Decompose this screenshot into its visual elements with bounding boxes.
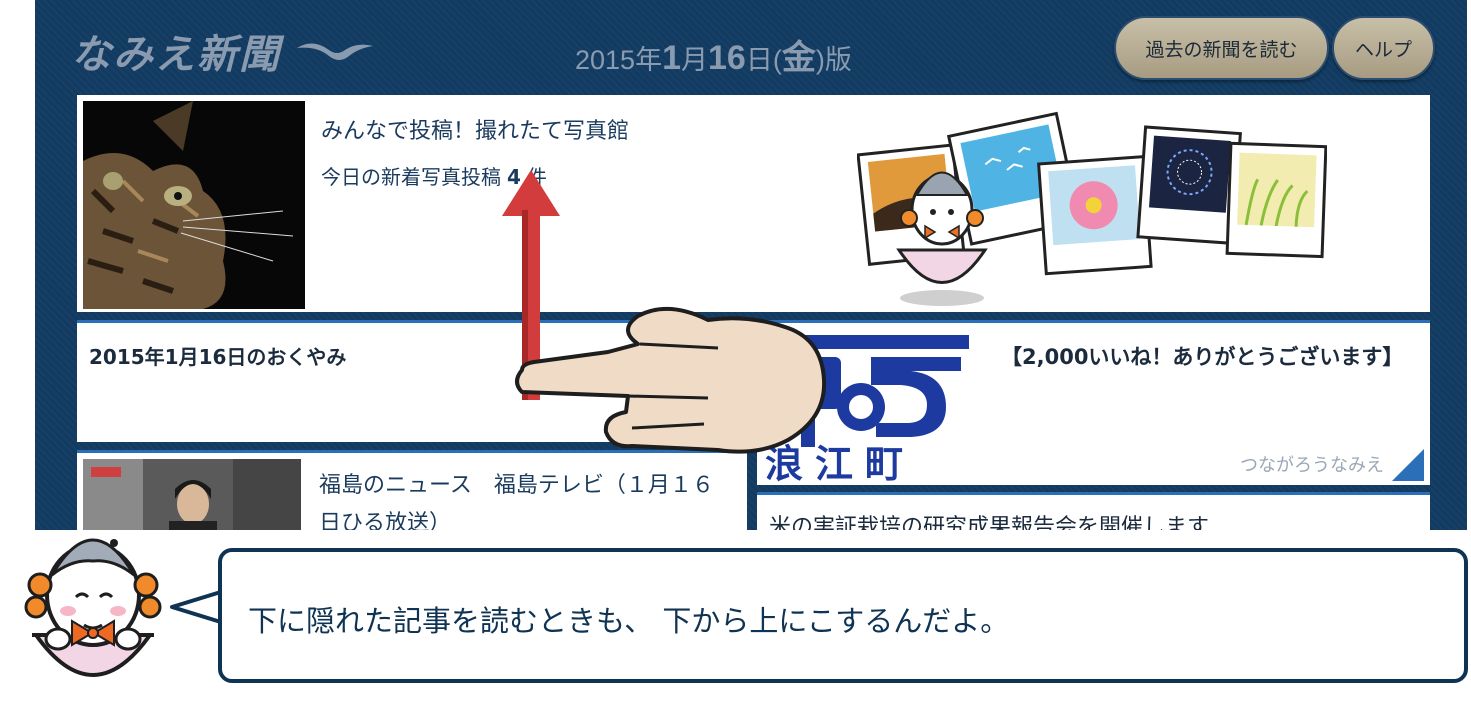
town-facebook-card[interactable]: 浪江町 【2,000いいね！ありがとうございます】 つながろうなみえ: [757, 320, 1430, 485]
photo-gallery-card[interactable]: みんなで投稿！撮れたて写真館 今日の新着写真投稿 4 件: [77, 95, 1430, 312]
edition-day: 16: [708, 39, 746, 77]
seagull-icon: [297, 43, 373, 60]
app-logo: なみえ新聞: [71, 22, 375, 80]
edition-weekday: 金: [781, 39, 816, 77]
tutorial-message: 下に隠れた記事を読むときも、 下から上にこするんだよ。: [248, 604, 1010, 638]
news-title: 福島のニュース 福島テレビ（１月１６日ひる放送）: [319, 473, 714, 530]
rice-report-title: 米の実証栽培の研究成果報告会を開催します: [769, 515, 1210, 530]
edition-month-suffix: 月: [681, 45, 708, 75]
edition-day-suffix: 日(: [745, 45, 782, 75]
photo-gallery-title: みんなで投稿！撮れたて写真館: [321, 119, 630, 144]
archive-button[interactable]: 過去の新聞を読む: [1114, 16, 1329, 80]
cat-photo-thumbnail: [83, 101, 305, 309]
facebook-post-title: 【2,000いいね！ありがとうございます】: [1001, 345, 1404, 369]
pointing-hand-icon: [515, 306, 827, 454]
help-button[interactable]: ヘルプ: [1332, 16, 1435, 80]
corner-triangle-icon: [1392, 449, 1424, 481]
edition-month: 1: [662, 39, 681, 77]
photo-count-prefix: 今日の新着写真投稿: [321, 165, 501, 189]
post-source: つながろうなみえ: [1240, 455, 1384, 476]
edition-year-suffix: 年: [635, 45, 663, 75]
logo-text: なみえ新聞: [71, 31, 281, 78]
mascot-character: [24, 538, 162, 677]
edition-date: 2015 年 1 月 16 日( 金 )版: [575, 30, 852, 79]
rice-report-card[interactable]: 米の実証栽培の研究成果報告会を開催します: [757, 492, 1430, 530]
photo-collage-illustration: [857, 111, 1327, 306]
edition-year: 2015: [575, 45, 636, 75]
header: なみえ新聞 2015 年 1 月 16 日( 金 )版 過去の新聞を読む ヘルプ: [35, 0, 1467, 95]
tutorial-speech-bubble: 下に隠れた記事を読むときも、 下から上にこするんだよ。: [218, 548, 1468, 683]
edition-tail: )版: [815, 45, 852, 75]
obituary-title: 2015年1月16日のおくやみ: [89, 345, 347, 369]
